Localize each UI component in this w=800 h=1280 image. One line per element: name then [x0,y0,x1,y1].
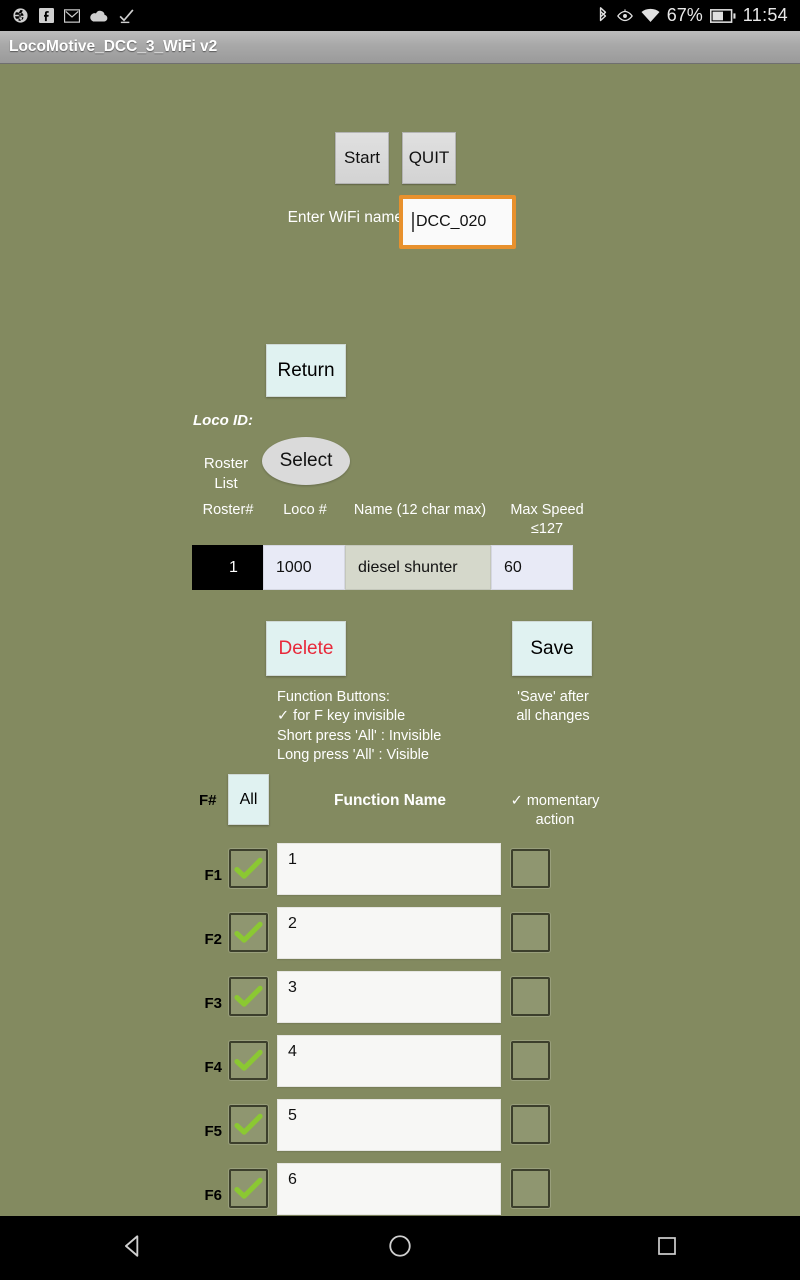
function-key-label: F5 [204,1123,222,1140]
camera-shutter-icon [12,7,29,24]
roster-column-headers: Roster# Loco # Name (12 char max) Max Sp… [192,501,600,539]
roster-number-cell[interactable]: 1 [192,545,263,590]
checkmark-icon [234,985,263,1009]
function-name-value: 1 [288,851,297,868]
function-name-header: Function Name [334,792,446,809]
return-button[interactable]: Return [266,344,346,397]
momentary-action-header: ✓ momentary action [510,793,600,828]
momentary-action-checkbox[interactable] [511,849,550,888]
function-visible-checkbox[interactable] [229,1169,268,1208]
max-speed-cell[interactable]: 60 [491,545,573,590]
function-row: F1 1 [0,843,800,907]
checkmark-icon [234,1049,263,1073]
function-row: F5 5 [0,1099,800,1163]
wifi-name-input[interactable]: DCC_020 [399,195,516,249]
app-title-bar: LocoMotive_DCC_3_WiFi v2 [0,31,800,64]
momentary-action-checkbox[interactable] [511,977,550,1016]
home-icon [387,1233,413,1264]
gmail-icon [64,8,80,23]
checkmark-icon [234,921,263,945]
function-name-input[interactable]: 2 [277,907,501,959]
header-name: Name (12 char max) [353,502,487,518]
home-button[interactable] [340,1233,460,1264]
save-help-text: 'Save' after all changes [516,689,590,725]
function-row: F2 2 [0,907,800,971]
back-button[interactable] [73,1233,193,1264]
header-max-speed: Max Speed ≤127 [510,502,584,537]
header-loco-number: Loco # [283,502,327,518]
function-name-value: 2 [288,915,297,932]
loco-id-label: Loco ID: [193,412,253,429]
momentary-action-checkbox[interactable] [511,1041,550,1080]
start-button[interactable]: Start [335,132,389,184]
status-bar-system-icons: 67% 11:54 [597,5,788,26]
function-name-input[interactable]: 1 [277,843,501,895]
checkmark-icon [234,1177,263,1201]
roster-row[interactable]: 1 1000 diesel shunter 60 [192,545,573,590]
function-name-value: 6 [288,1171,297,1188]
function-visible-checkbox[interactable] [229,1041,268,1080]
android-navigation-bar [0,1216,800,1280]
facebook-icon [39,8,54,23]
all-toggle-button[interactable]: All [228,774,269,825]
delete-button[interactable]: Delete [266,621,346,676]
function-row: F4 4 [0,1035,800,1099]
checkmark-icon [234,1113,263,1137]
function-visible-checkbox[interactable] [229,849,268,888]
quit-button[interactable]: QUIT [402,132,456,184]
momentary-action-checkbox[interactable] [511,1105,550,1144]
wifi-icon [641,8,660,23]
eye-comfort-icon [616,8,634,24]
status-bar-clock: 11:54 [742,5,788,25]
battery-percent: 67% [666,5,703,25]
function-key-label: F4 [204,1059,222,1076]
function-visible-checkbox[interactable] [229,1105,268,1144]
function-name-input[interactable]: 3 [277,971,501,1023]
momentary-action-checkbox[interactable] [511,913,550,952]
battery-icon [709,8,736,23]
function-rows-list: F11F22F33F44F55F66F77F88 [0,843,800,1280]
back-icon [120,1233,146,1264]
wifi-name-value: DCC_020 [416,213,487,230]
function-visible-checkbox[interactable] [229,977,268,1016]
header-roster-number: Roster# [202,502,254,518]
status-bar: 67% 11:54 [0,0,800,31]
function-key-label: F1 [204,867,222,884]
function-buttons-help-text: Function Buttons: ✓ for F key invisible … [277,689,442,763]
function-key-label: F6 [204,1187,222,1204]
function-name-value: 3 [288,979,297,996]
function-name-value: 5 [288,1107,297,1124]
recents-button[interactable] [607,1234,727,1263]
momentary-action-checkbox[interactable] [511,1169,550,1208]
app-content: Start QUIT Enter WiFi name DCC_020 Retur… [0,64,800,1280]
function-name-input[interactable]: 6 [277,1163,501,1215]
function-number-header: F# [199,792,217,809]
loco-name-cell[interactable]: diesel shunter [345,545,491,590]
function-row: F3 3 [0,971,800,1035]
status-bar-notification-icons [12,7,135,24]
select-button[interactable]: Select [262,437,350,485]
function-name-value: 4 [288,1043,297,1060]
recents-icon [655,1234,679,1263]
bluetooth-icon [597,6,609,25]
loco-number-cell[interactable]: 1000 [263,545,345,590]
function-name-input[interactable]: 5 [277,1099,501,1151]
function-name-input[interactable]: 4 [277,1035,501,1087]
checkmark-icon [118,8,135,24]
function-key-label: F2 [204,931,222,948]
save-button[interactable]: Save [512,621,592,676]
cloud-icon [90,9,108,22]
app-title: LocoMotive_DCC_3_WiFi v2 [9,38,218,55]
roster-list-label: Roster List [203,455,249,492]
checkmark-icon [234,857,263,881]
wifi-name-label: Enter WiFi name [287,209,403,226]
text-caret [412,212,414,232]
function-visible-checkbox[interactable] [229,913,268,952]
function-key-label: F3 [204,995,222,1012]
